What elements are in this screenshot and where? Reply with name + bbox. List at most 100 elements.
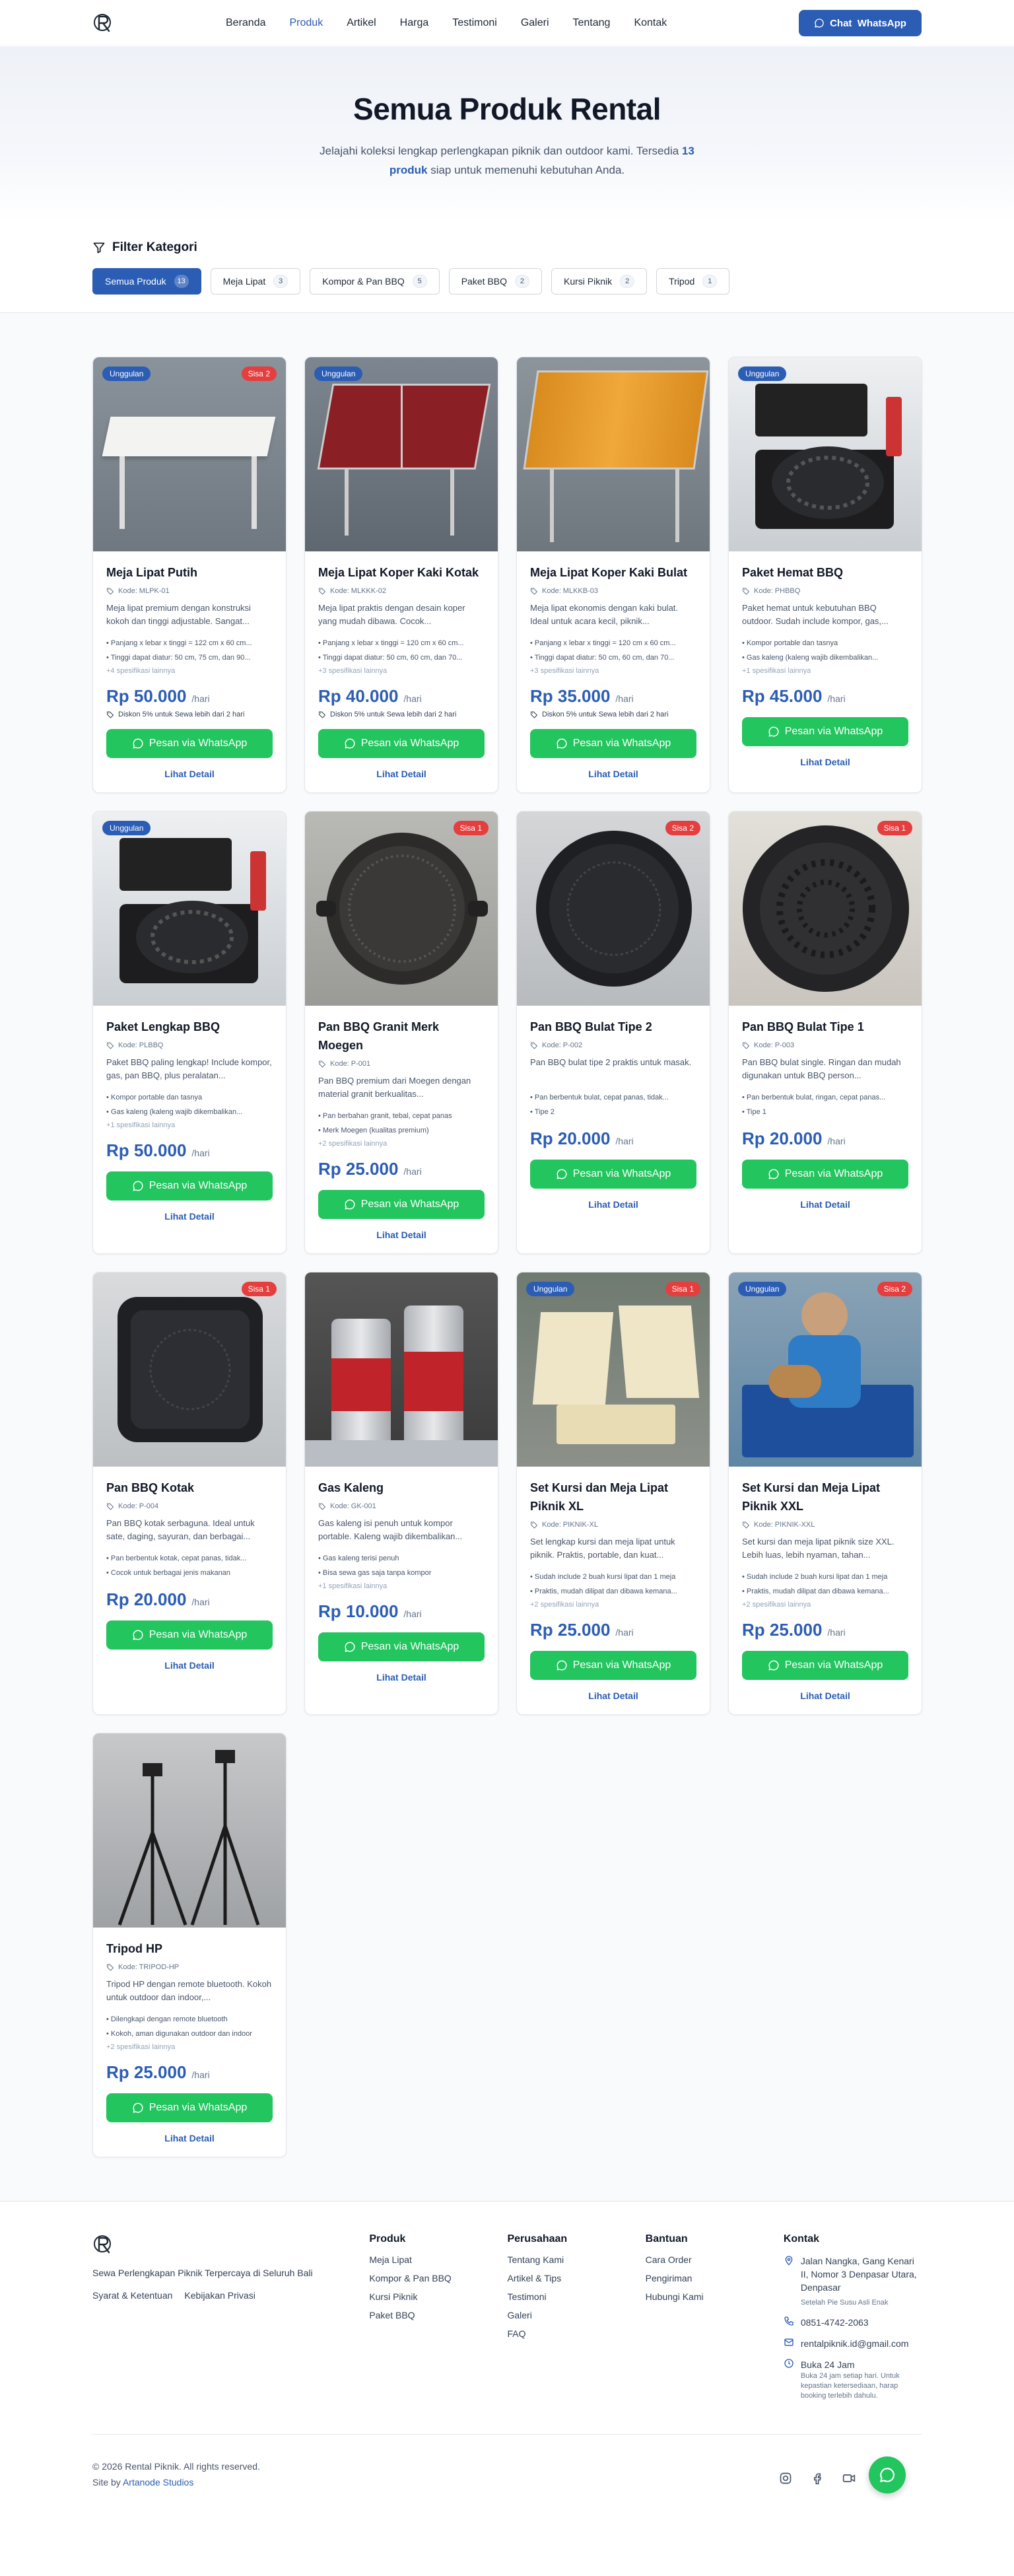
view-detail-link[interactable]: Lihat Detail <box>530 769 696 779</box>
footer-link[interactable]: Pengiriman <box>646 2273 784 2283</box>
nav-kontak[interactable]: Kontak <box>634 17 667 29</box>
product-card[interactable]: Unggulan Sisa 1 Set Kursi dan Meja Lipat … <box>516 1272 710 1715</box>
product-image[interactable] <box>305 1272 498 1467</box>
product-image[interactable]: Sisa 1 <box>305 812 498 1006</box>
logo[interactable] <box>92 12 115 34</box>
product-name[interactable]: Paket Hemat BBQ <box>742 563 908 582</box>
footer-link[interactable]: FAQ <box>507 2328 645 2339</box>
video-icon[interactable] <box>842 2472 856 2485</box>
footer-link[interactable]: Tentang Kami <box>507 2254 645 2265</box>
view-detail-link[interactable]: Lihat Detail <box>318 769 485 779</box>
privacy-link[interactable]: Kebijakan Privasi <box>184 2290 255 2301</box>
product-name[interactable]: Paket Lengkap BBQ <box>106 1018 273 1036</box>
view-detail-link[interactable]: Lihat Detail <box>742 1199 908 1210</box>
email[interactable]: rentalpiknik.id@gmail.com <box>784 2337 922 2350</box>
view-detail-link[interactable]: Lihat Detail <box>530 1690 696 1701</box>
product-name[interactable]: Pan BBQ Kotak <box>106 1479 273 1497</box>
footer-link[interactable]: Paket BBQ <box>369 2310 507 2320</box>
view-detail-link[interactable]: Lihat Detail <box>742 757 908 767</box>
view-detail-link[interactable]: Lihat Detail <box>742 1690 908 1701</box>
product-image[interactable]: Unggulan Sisa 2 <box>729 1272 922 1467</box>
order-whatsapp-button[interactable]: Pesan via WhatsApp <box>318 1190 485 1219</box>
product-image[interactable] <box>93 1733 286 1928</box>
order-whatsapp-button[interactable]: Pesan via WhatsApp <box>106 729 273 758</box>
product-card[interactable]: Tripod HP Kode: TRIPOD-HP Tripod HP deng… <box>92 1733 287 2157</box>
product-card[interactable]: Unggulan Paket Hemat BBQ Kode: PHBBQ Pak… <box>728 357 922 793</box>
terms-link[interactable]: Syarat & Ketentuan <box>92 2290 172 2301</box>
product-image[interactable]: Sisa 2 <box>517 812 710 1006</box>
product-name[interactable]: Tripod HP <box>106 1939 273 1958</box>
filter-chip[interactable]: Meja Lipat 3 <box>210 268 301 295</box>
nav-tentang[interactable]: Tentang <box>573 17 611 29</box>
product-name[interactable]: Meja Lipat Koper Kaki Kotak <box>318 563 485 582</box>
product-name[interactable]: Meja Lipat Putih <box>106 563 273 582</box>
footer-link[interactable]: Artikel & Tips <box>507 2273 645 2283</box>
filter-chip[interactable]: Tripod 1 <box>656 268 730 295</box>
chat-whatsapp-button[interactable]: Chat WhatsApp <box>799 10 922 36</box>
order-whatsapp-button[interactable]: Pesan via WhatsApp <box>318 729 485 758</box>
nav-galeri[interactable]: Galeri <box>521 17 549 29</box>
footer-link[interactable]: Galeri <box>507 2310 645 2320</box>
product-image[interactable]: Unggulan Sisa 2 <box>93 357 286 551</box>
product-card[interactable]: Sisa 1 Pan BBQ Bulat Tipe 1 Kode: P-003 … <box>728 811 922 1254</box>
product-name[interactable]: Pan BBQ Granit Merk Moegen <box>318 1018 485 1055</box>
product-image[interactable] <box>517 357 710 551</box>
footer-link[interactable]: Meja Lipat <box>369 2254 507 2265</box>
facebook-icon[interactable] <box>811 2472 824 2485</box>
order-whatsapp-button[interactable]: Pesan via WhatsApp <box>106 1620 273 1650</box>
product-image[interactable]: Unggulan <box>305 357 498 551</box>
order-whatsapp-button[interactable]: Pesan via WhatsApp <box>742 1651 908 1680</box>
view-detail-link[interactable]: Lihat Detail <box>106 1660 273 1671</box>
product-card[interactable]: Sisa 1 Pan BBQ Kotak Kode: P-004 Pan BBQ… <box>92 1272 287 1715</box>
order-whatsapp-button[interactable]: Pesan via WhatsApp <box>742 717 908 746</box>
view-detail-link[interactable]: Lihat Detail <box>318 1672 485 1683</box>
product-image[interactable]: Unggulan <box>93 812 286 1006</box>
floating-whatsapp-button[interactable] <box>869 2456 906 2493</box>
product-card[interactable]: Meja Lipat Koper Kaki Bulat Kode: MLKKB-… <box>516 357 710 793</box>
product-name[interactable]: Set Kursi dan Meja Lipat Piknik XL <box>530 1479 696 1515</box>
order-whatsapp-button[interactable]: Pesan via WhatsApp <box>106 1171 273 1201</box>
product-card[interactable]: Unggulan Meja Lipat Koper Kaki Kotak Kod… <box>304 357 498 793</box>
product-card[interactable]: Unggulan Sisa 2 Set Kursi dan Meja Lipat … <box>728 1272 922 1715</box>
product-card[interactable]: Sisa 1 Pan BBQ Granit Merk Moegen Kode: … <box>304 811 498 1254</box>
filter-chip[interactable]: Paket BBQ 2 <box>448 268 542 295</box>
product-name[interactable]: Gas Kaleng <box>318 1479 485 1497</box>
nav-artikel[interactable]: Artikel <box>347 17 376 29</box>
product-card[interactable]: Sisa 2 Pan BBQ Bulat Tipe 2 Kode: P-002 … <box>516 811 710 1254</box>
filter-chip[interactable]: Kursi Piknik 2 <box>551 268 648 295</box>
studio-link[interactable]: Artanode Studios <box>123 2477 193 2488</box>
filter-chip[interactable]: Kompor & Pan BBQ 5 <box>310 268 440 295</box>
nav-produk[interactable]: Produk <box>290 17 323 29</box>
footer-link[interactable]: Kursi Piknik <box>369 2291 507 2302</box>
view-detail-link[interactable]: Lihat Detail <box>318 1230 485 1240</box>
product-name[interactable]: Pan BBQ Bulat Tipe 2 <box>530 1018 696 1036</box>
product-name[interactable]: Pan BBQ Bulat Tipe 1 <box>742 1018 908 1036</box>
product-image[interactable]: Sisa 1 <box>729 812 922 1006</box>
order-whatsapp-button[interactable]: Pesan via WhatsApp <box>106 2093 273 2122</box>
nav-harga[interactable]: Harga <box>400 17 429 29</box>
view-detail-link[interactable]: Lihat Detail <box>106 2133 273 2143</box>
view-detail-link[interactable]: Lihat Detail <box>106 769 273 779</box>
filter-chip[interactable]: Semua Produk 13 <box>92 268 201 295</box>
view-detail-link[interactable]: Lihat Detail <box>106 1211 273 1222</box>
order-whatsapp-button[interactable]: Pesan via WhatsApp <box>530 1160 696 1189</box>
nav-beranda[interactable]: Beranda <box>226 17 266 29</box>
phone[interactable]: 0851-4742-2063 <box>784 2316 922 2329</box>
product-name[interactable]: Meja Lipat Koper Kaki Bulat <box>530 563 696 582</box>
view-detail-link[interactable]: Lihat Detail <box>530 1199 696 1210</box>
product-image[interactable]: Unggulan Sisa 1 <box>517 1272 710 1467</box>
product-card[interactable]: Unggulan Paket Lengkap BBQ Kode: PLBBQ P… <box>92 811 287 1254</box>
order-whatsapp-button[interactable]: Pesan via WhatsApp <box>530 1651 696 1680</box>
footer-logo[interactable] <box>92 2233 115 2256</box>
order-whatsapp-button[interactable]: Pesan via WhatsApp <box>742 1160 908 1189</box>
product-image[interactable]: Sisa 1 <box>93 1272 286 1467</box>
footer-link[interactable]: Hubungi Kami <box>646 2291 784 2302</box>
product-image[interactable]: Unggulan <box>729 357 922 551</box>
footer-link[interactable]: Testimoni <box>507 2291 645 2302</box>
instagram-icon[interactable] <box>779 2472 792 2485</box>
nav-testimoni[interactable]: Testimoni <box>452 17 497 29</box>
order-whatsapp-button[interactable]: Pesan via WhatsApp <box>530 729 696 758</box>
footer-link[interactable]: Cara Order <box>646 2254 784 2265</box>
order-whatsapp-button[interactable]: Pesan via WhatsApp <box>318 1632 485 1661</box>
product-card[interactable]: Gas Kaleng Kode: GK-001 Gas kaleng isi p… <box>304 1272 498 1715</box>
